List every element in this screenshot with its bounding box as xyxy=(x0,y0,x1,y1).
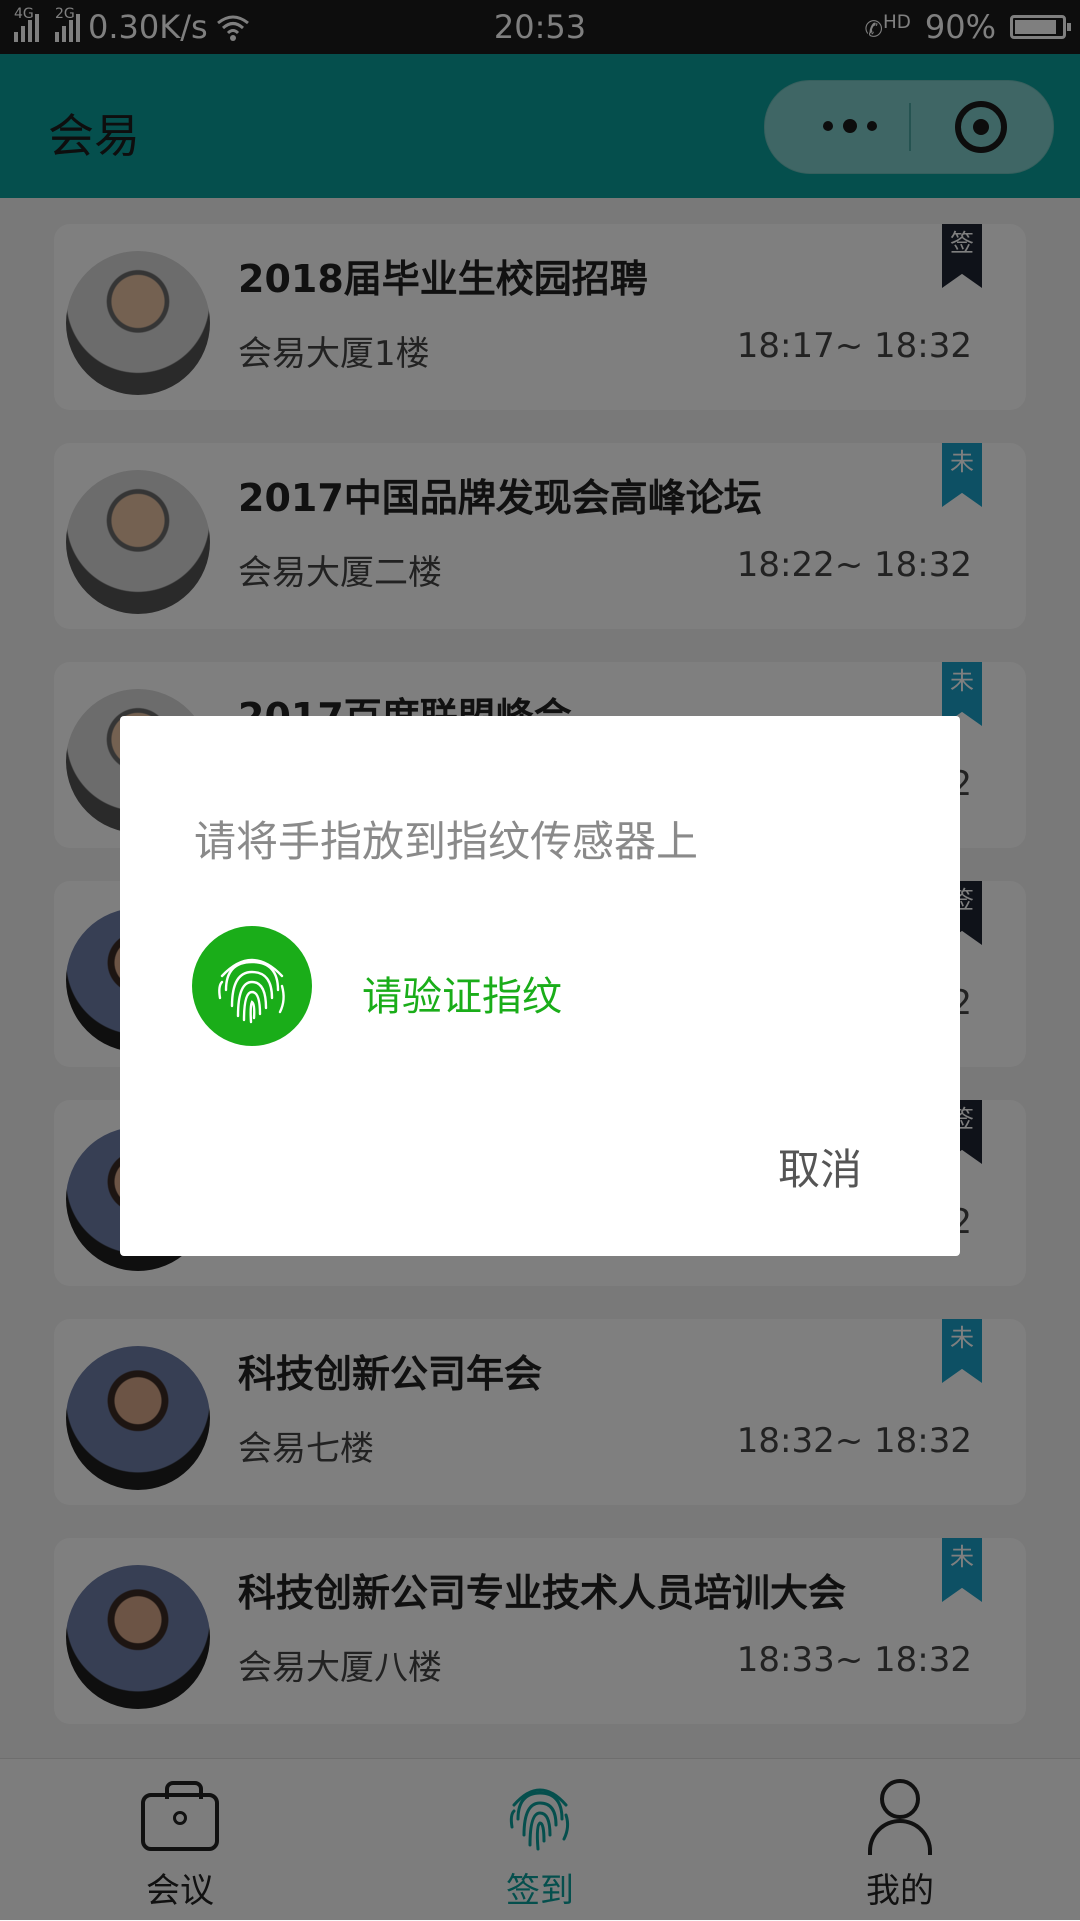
fingerprint-icon xyxy=(192,926,312,1046)
dialog-prompt: 请将手指放到指纹传感器上 xyxy=(194,817,699,866)
cancel-button[interactable]: 取消 xyxy=(778,1136,862,1197)
verify-fingerprint-label: 请验证指纹 xyxy=(362,974,562,1020)
fingerprint-dialog: 请将手指放到指纹传感器上 请验证指纹 取消 xyxy=(120,716,960,1256)
